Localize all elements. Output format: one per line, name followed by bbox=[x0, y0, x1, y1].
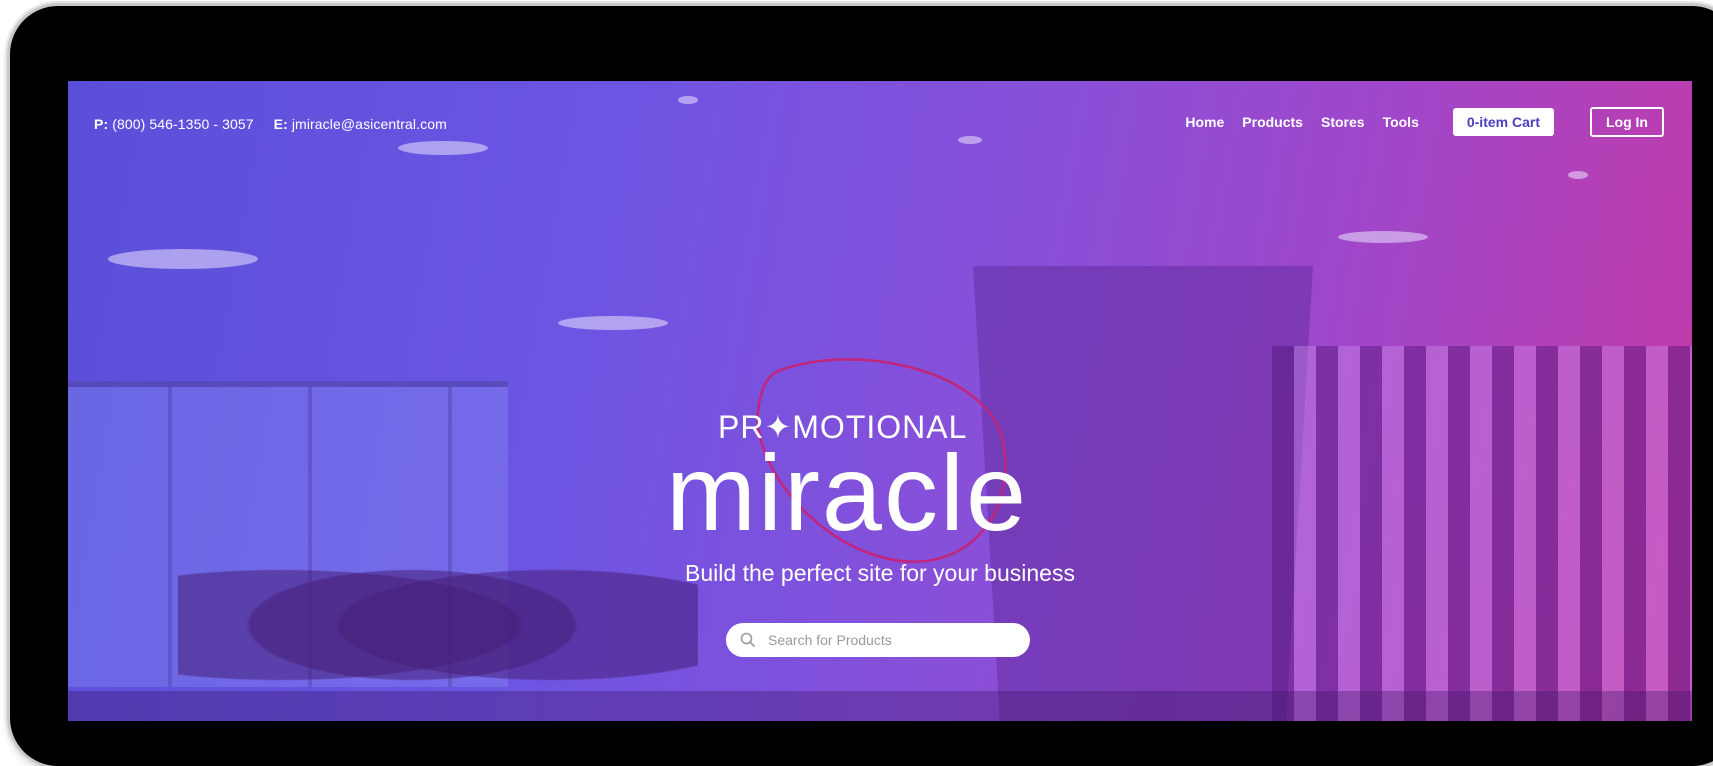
window-pane bbox=[168, 387, 172, 687]
hero-banner: P: (800) 546-1350 - 3057 E: jmiracle@asi… bbox=[68, 81, 1692, 721]
ceiling-light bbox=[558, 316, 668, 330]
laptop-bezel: P: (800) 546-1350 - 3057 E: jmiracle@asi… bbox=[10, 6, 1713, 766]
nav-home[interactable]: Home bbox=[1185, 114, 1224, 130]
logo-wordmark-main: miracle bbox=[666, 432, 1029, 553]
login-button[interactable]: Log In bbox=[1590, 107, 1664, 137]
search-bar[interactable] bbox=[726, 623, 1030, 657]
search-icon bbox=[740, 632, 756, 648]
ceiling-light bbox=[398, 141, 488, 155]
nav-stores[interactable]: Stores bbox=[1321, 114, 1365, 130]
ceiling-light bbox=[108, 249, 258, 269]
hero-tagline: Build the perfect site for your business bbox=[685, 560, 1075, 586]
cart-button[interactable]: 0-item Cart bbox=[1452, 108, 1554, 136]
main-nav: Home Products Stores Tools 0-item Cart L… bbox=[1167, 107, 1664, 137]
nav-products[interactable]: Products bbox=[1242, 114, 1303, 130]
nav-tools[interactable]: Tools bbox=[1383, 114, 1419, 130]
contact-info: P: (800) 546-1350 - 3057 E: jmiracle@asi… bbox=[94, 116, 447, 132]
phone-number[interactable]: (800) 546-1350 - 3057 bbox=[112, 116, 253, 132]
search-input[interactable] bbox=[766, 631, 1010, 649]
email-address[interactable]: jmiracle@asicentral.com bbox=[292, 116, 447, 132]
email-label: E: bbox=[273, 116, 288, 132]
ceiling-light bbox=[1338, 231, 1428, 243]
ceiling-light bbox=[678, 96, 698, 104]
ceiling-light bbox=[1568, 171, 1588, 179]
curtain bbox=[1272, 346, 1692, 721]
table-edge bbox=[68, 691, 1692, 721]
ceiling-light bbox=[958, 136, 982, 144]
phone-label: P: bbox=[94, 116, 109, 132]
